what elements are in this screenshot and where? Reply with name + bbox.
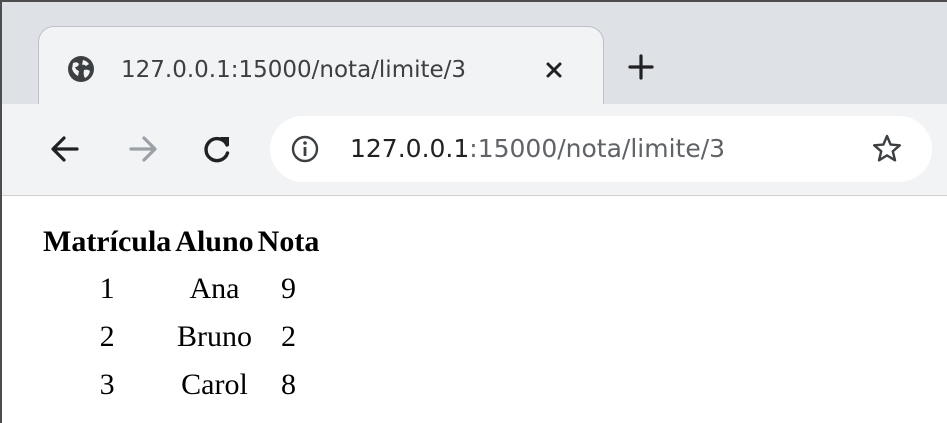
browser-tab[interactable]: 127.0.0.1:15000/nota/limite/3 [38, 26, 604, 106]
page-content: Matrícula Aluno Nota 1 Ana 9 2 Bruno 2 3 [2, 196, 947, 423]
table-header-row: Matrícula Aluno Nota [42, 220, 320, 264]
tab-title: 127.0.0.1:15000/nota/limite/3 [121, 57, 467, 83]
cell-matricula: 1 [99, 272, 115, 305]
browser-window: 127.0.0.1:15000/nota/limite/3 127.0.0.1:… [0, 0, 947, 423]
url-path: :15000/nota/limite/3 [469, 134, 726, 163]
cell-nota: 8 [281, 368, 296, 401]
column-header-nota: Nota [257, 225, 320, 258]
column-header-matricula: Matrícula [43, 225, 172, 258]
table-row: 3 Carol 8 [42, 362, 320, 408]
cell-aluno: Carol [181, 368, 248, 401]
cell-aluno: Bruno [176, 320, 252, 353]
toolbar: 127.0.0.1:15000/nota/limite/3 [2, 104, 947, 196]
cell-matricula: 3 [99, 368, 115, 401]
address-bar[interactable]: 127.0.0.1:15000/nota/limite/3 [270, 116, 932, 182]
cell-aluno: Ana [189, 272, 240, 305]
table-row: 2 Bruno 2 [42, 314, 320, 360]
arrow-left-icon[interactable] [48, 132, 82, 166]
info-icon[interactable] [290, 134, 320, 164]
column-header-aluno: Aluno [175, 225, 254, 258]
cell-matricula: 2 [99, 320, 115, 353]
plus-icon[interactable] [626, 52, 656, 82]
table-row: 1 Ana 9 [42, 266, 320, 312]
close-icon[interactable] [541, 57, 567, 83]
grades-table: Matrícula Aluno Nota 1 Ana 9 2 Bruno 2 3 [40, 218, 322, 410]
arrow-right-icon[interactable] [126, 132, 160, 166]
url-text[interactable]: 127.0.0.1:15000/nota/limite/3 [350, 130, 725, 168]
globe-icon [68, 56, 94, 82]
star-icon[interactable] [870, 132, 904, 166]
tab-strip: 127.0.0.1:15000/nota/limite/3 [2, 2, 947, 106]
cell-nota: 2 [281, 320, 296, 353]
cell-nota: 9 [281, 272, 296, 305]
reload-icon[interactable] [200, 132, 234, 166]
url-host: 127.0.0.1 [350, 134, 470, 163]
